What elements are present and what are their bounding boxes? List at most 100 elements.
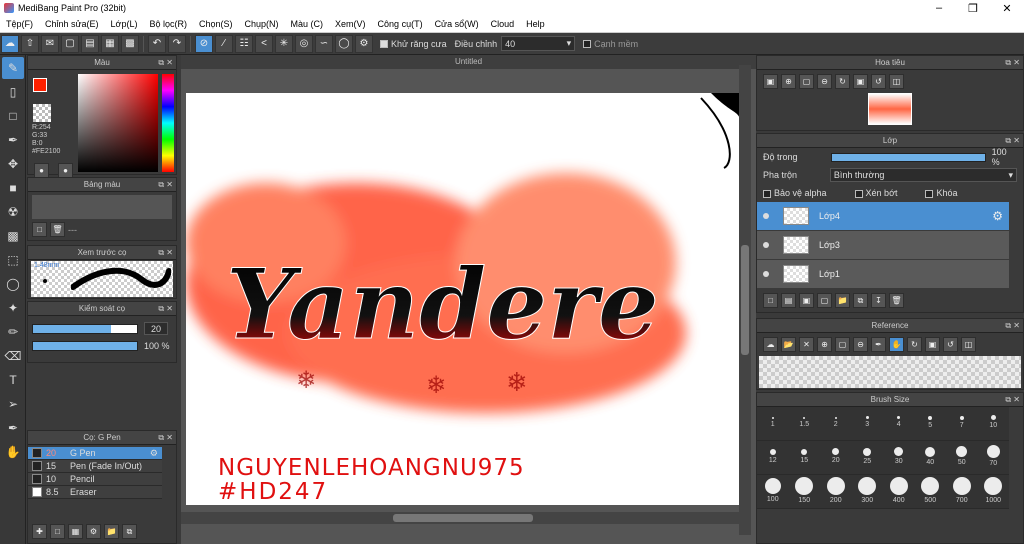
cloud-icon[interactable]: ☁ [1, 34, 19, 53]
reference-hand-icon[interactable]: ✋ [889, 337, 904, 352]
brush-size-cell[interactable]: 1 [758, 407, 788, 437]
brush-list-item[interactable]: 20 G Pen ⚙ [28, 447, 162, 460]
menu-tools[interactable]: Công cụ(T) [372, 19, 429, 29]
brush-size-cell[interactable]: 300 [852, 475, 882, 505]
menu-cloud[interactable]: Cloud [485, 19, 521, 29]
gear-icon[interactable]: ⚙ [992, 209, 1003, 223]
brush-size-cell[interactable]: 1000 [978, 475, 1008, 505]
zoom-fit-icon[interactable]: ▣ [763, 74, 778, 89]
new-palette-icon[interactable]: □ [32, 222, 47, 237]
eyedropper-icon[interactable]: ✒ [2, 417, 24, 439]
visibility-icon[interactable] [763, 242, 769, 248]
clip-checkbox[interactable]: Xén bớt [854, 188, 897, 198]
menu-file[interactable]: Tệp(F) [0, 19, 39, 29]
new-8bit-layer-icon[interactable]: ▣ [799, 293, 814, 308]
pen-tool-icon[interactable]: ✒ [2, 129, 24, 151]
tiles-icon[interactable]: ▩ [121, 34, 139, 53]
brush-size-cell[interactable]: 15 [789, 441, 819, 471]
dot-tool-icon[interactable]: □ [2, 105, 24, 127]
text-tool-icon[interactable]: T [2, 369, 24, 391]
brush-size-slider[interactable] [32, 323, 138, 334]
menu-help[interactable]: Help [520, 19, 551, 29]
visibility-icon[interactable] [763, 213, 769, 219]
grid-icon[interactable]: ▦ [101, 34, 119, 53]
antialias-checkbox[interactable]: Khử răng cưa [380, 39, 447, 49]
layer-folder-icon[interactable]: 📁 [835, 293, 850, 308]
brush-list-item[interactable]: 10 Pencil [28, 473, 162, 486]
brush-size-cell[interactable]: 10 [978, 407, 1008, 437]
brush-size-cell[interactable]: 70 [978, 441, 1008, 471]
brush-opacity-slider[interactable] [32, 341, 138, 351]
brush-folder-icon[interactable]: 📁 [104, 524, 119, 539]
move-tool-icon[interactable]: ✥ [2, 153, 24, 175]
menu-snap[interactable]: Chụp(N) [239, 19, 285, 29]
magic-wand-icon[interactable]: ✦ [2, 297, 24, 319]
circle-snap-icon[interactable]: ◎ [295, 34, 313, 53]
palette-area[interactable] [32, 195, 172, 219]
select-eraser-icon[interactable]: ⌫ [2, 345, 24, 367]
share-icon[interactable]: ⇧ [21, 34, 39, 53]
brush-list-item[interactable]: 8.5 Eraser [28, 486, 162, 499]
hue-slider[interactable] [162, 74, 174, 172]
comment-icon[interactable]: ✉ [41, 34, 59, 53]
radial-snap-icon[interactable]: ✳ [275, 34, 293, 53]
close-button[interactable]: ✕ [990, 0, 1024, 16]
swap-color-icon[interactable]: ● [34, 163, 49, 178]
reference-zoom-in-icon[interactable]: ⊕ [817, 337, 832, 352]
brush-list-item[interactable]: 15 Pen (Fade In/Out) [28, 460, 162, 473]
brush-size-cell[interactable]: 150 [789, 475, 819, 505]
vertical-scrollbar[interactable] [739, 65, 751, 535]
layer-row[interactable]: Lớp4 ⚙ [757, 202, 1009, 231]
protect-alpha-checkbox[interactable]: Bảo vệ alpha [763, 188, 827, 198]
drawing-canvas[interactable]: Yandere ❄ ❄ ❄ NGUYENLEHOANGNU975 #HD247 [186, 93, 741, 505]
grid-snap-icon[interactable]: ☷ [235, 34, 253, 53]
delete-layer-icon[interactable]: 🗑 [889, 293, 904, 308]
layer-opacity-slider[interactable] [830, 152, 986, 162]
maximize-button[interactable]: ❐ [956, 0, 990, 16]
smooth-checkbox[interactable]: Cạnh mềm [583, 39, 638, 49]
no-snap-icon[interactable]: ⊘ [195, 34, 213, 53]
parallel-snap-icon[interactable]: ∕ [215, 34, 233, 53]
brush-settings-icon[interactable]: ⚙ [86, 524, 101, 539]
menu-view[interactable]: Xem(V) [329, 19, 372, 29]
reference-picker-icon[interactable]: ✒ [871, 337, 886, 352]
saturation-value-field[interactable] [78, 74, 158, 172]
new-halftone-layer-icon[interactable]: ▤ [781, 293, 796, 308]
transparent-swatch[interactable] [33, 104, 51, 122]
reference-rotate-icon[interactable]: ↻ [907, 337, 922, 352]
menu-select[interactable]: Chọn(S) [193, 19, 239, 29]
hand-tool-icon[interactable]: ✋ [2, 441, 24, 463]
reference-fit-icon[interactable]: ▢ [835, 337, 850, 352]
reference-reset-icon[interactable]: ▣ [925, 337, 940, 352]
menu-layer[interactable]: Lớp(L) [105, 19, 144, 29]
horizontal-scrollbar[interactable] [181, 512, 739, 524]
brush-size-cell[interactable]: 30 [884, 441, 914, 471]
new-brush-icon[interactable]: □ [50, 524, 65, 539]
fit-window-icon[interactable]: ▢ [799, 74, 814, 89]
brush-size-cell[interactable]: 4 [884, 407, 914, 437]
gear-icon[interactable]: ⚙ [150, 448, 158, 459]
reference-cloud-icon[interactable]: ☁ [763, 337, 778, 352]
navigator-thumbnail[interactable] [868, 93, 912, 125]
ellipse-snap-icon[interactable]: ◯ [335, 34, 353, 53]
brush-size-cell[interactable]: 100 [758, 475, 788, 505]
undo-icon[interactable]: ↶ [148, 34, 166, 53]
rotate-icon[interactable]: ↻ [835, 74, 850, 89]
reference-zoom-out-icon[interactable]: ⊖ [853, 337, 868, 352]
blend-mode-dropdown[interactable]: Bình thường ▾ [829, 168, 1017, 182]
brush-size-cell[interactable]: 25 [852, 441, 882, 471]
reference-rotate-right-icon[interactable]: ↺ [943, 337, 958, 352]
chat-icon[interactable]: ▢ [61, 34, 79, 53]
brush-size-cell[interactable]: 3 [852, 407, 882, 437]
reset-icon[interactable]: ▣ [853, 74, 868, 89]
add-brush-icon[interactable]: ✚ [32, 524, 47, 539]
brush-size-cell[interactable]: 12 [758, 441, 788, 471]
curve-snap-icon[interactable]: ∽ [315, 34, 333, 53]
settings-snap-icon[interactable]: ⚙ [355, 34, 373, 53]
adjust-dropdown[interactable]: 40 ▾ [501, 36, 576, 51]
select-rect-icon[interactable]: ⬚ [2, 249, 24, 271]
brush-size-cell[interactable]: 2 [821, 407, 851, 437]
menu-color[interactable]: Màu (C) [285, 19, 330, 29]
brush-size-cell[interactable]: 5 [915, 407, 945, 437]
brush-size-cell[interactable]: 50 [947, 441, 977, 471]
